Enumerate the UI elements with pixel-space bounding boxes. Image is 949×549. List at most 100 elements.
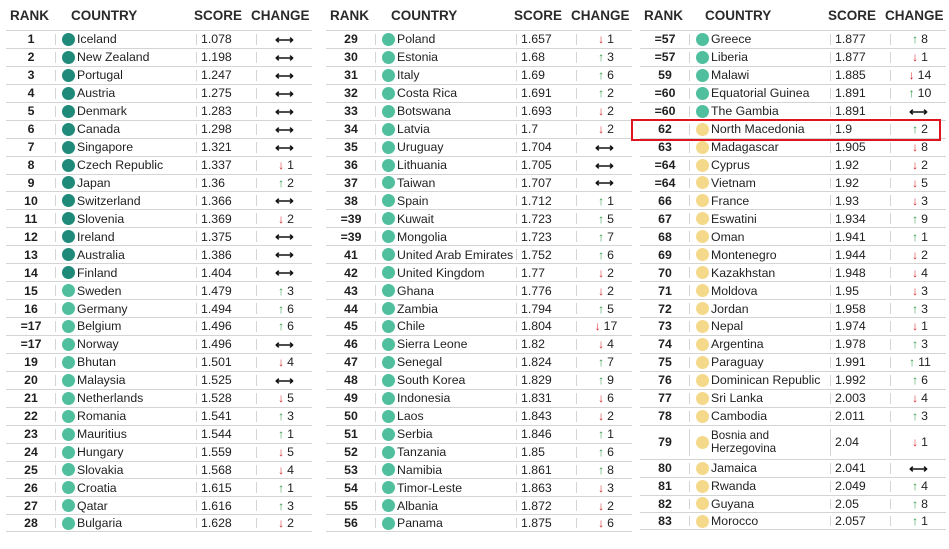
arrow-down-icon: ↓ bbox=[598, 409, 605, 424]
score-value: 1.95 bbox=[835, 283, 859, 298]
tier-dot bbox=[695, 266, 709, 280]
tier-dot bbox=[695, 435, 709, 449]
score-header: SCORE bbox=[194, 8, 243, 23]
score-value: 1.877 bbox=[835, 50, 866, 65]
arrow-down-icon: ↓ bbox=[908, 68, 915, 83]
tier-dot-icon bbox=[380, 408, 396, 425]
tier-dot bbox=[61, 158, 75, 172]
change-value: 10 bbox=[917, 86, 932, 101]
column-divider bbox=[890, 141, 891, 153]
tier-dot bbox=[381, 463, 395, 477]
column-divider bbox=[890, 123, 891, 135]
rank-value: 62 bbox=[658, 122, 672, 137]
rank-value: 48 bbox=[344, 373, 358, 388]
tier-dot bbox=[61, 176, 75, 190]
change-cell: ↓ 17 bbox=[581, 318, 631, 335]
rank-value: 9 bbox=[27, 175, 35, 190]
change-value: 6 bbox=[607, 445, 614, 460]
tier-dot-icon bbox=[694, 318, 710, 335]
country-name: Chile bbox=[397, 319, 426, 334]
rank-value: 24 bbox=[24, 445, 38, 460]
tier-dot bbox=[61, 516, 75, 530]
change-cell: ↓ 4 bbox=[895, 390, 945, 407]
table-row: 76 Dominican Republic 1.992 ↑ 6 bbox=[640, 370, 946, 389]
change-cell: ↓ 1 bbox=[261, 157, 311, 174]
tier-dot bbox=[381, 248, 395, 262]
column-divider bbox=[256, 105, 257, 117]
arrow-up-icon: ↑ bbox=[598, 211, 605, 226]
column-divider bbox=[256, 51, 257, 63]
change-cell: ↓ 2 bbox=[261, 210, 311, 227]
arrow-down-icon: ↓ bbox=[598, 516, 605, 531]
tier-dot bbox=[61, 302, 75, 316]
arrow-up-icon: ↑ bbox=[278, 319, 285, 334]
change-value: 5 bbox=[287, 391, 294, 406]
country-name: Austria bbox=[77, 86, 116, 101]
left-right-arrow-icon: ⟷ bbox=[275, 229, 294, 245]
rank-value: 83 bbox=[658, 514, 672, 529]
change-cell: ⟷ bbox=[261, 121, 311, 138]
tier-dot-icon bbox=[380, 31, 396, 48]
column-divider bbox=[576, 267, 577, 279]
tier-dot-icon bbox=[60, 462, 76, 479]
change-value: 3 bbox=[921, 283, 928, 298]
tier-dot-icon bbox=[60, 300, 76, 317]
change-cell: ↓ 3 bbox=[581, 479, 631, 496]
tier-dot bbox=[61, 481, 75, 495]
rank-value: 43 bbox=[344, 283, 358, 298]
column-divider bbox=[890, 34, 891, 45]
score-value: 1.7 bbox=[521, 122, 539, 137]
score-value: 1.494 bbox=[201, 301, 232, 316]
country-name: Eswatini bbox=[711, 211, 757, 226]
tier-dot-icon bbox=[694, 264, 710, 281]
table-row: 42 United Kingdom 1.77 ↓ 2 bbox=[326, 263, 632, 281]
table-row: 56 Panama 1.875 ↓ 6 bbox=[326, 514, 632, 533]
table-row: 50 Laos 1.843 ↓ 2 bbox=[326, 406, 632, 425]
tier-dot bbox=[695, 50, 709, 64]
tier-dot bbox=[61, 463, 75, 477]
table-row: 73 Nepal 1.974 ↓ 1 bbox=[640, 317, 946, 335]
country-name: Portugal bbox=[77, 68, 123, 83]
change-cell: ↓ 1 bbox=[895, 318, 945, 335]
country-name: Italy bbox=[397, 68, 420, 83]
tier-dot bbox=[61, 68, 75, 82]
arrow-up-icon: ↑ bbox=[912, 301, 919, 316]
rank-value: 4 bbox=[27, 86, 35, 101]
score-value: 1.528 bbox=[201, 391, 232, 406]
change-cell: ⟷ bbox=[895, 103, 945, 120]
tier-dot bbox=[381, 50, 395, 64]
table-row: =60 Equatorial Guinea 1.891 ↑ 10 bbox=[640, 83, 946, 102]
tier-dot bbox=[61, 355, 75, 369]
change-cell: ↓ 4 bbox=[895, 264, 945, 281]
rank-value: 47 bbox=[344, 355, 358, 370]
change-cell: ↓ 6 bbox=[581, 390, 631, 407]
arrow-down-icon: ↓ bbox=[912, 247, 919, 262]
arrow-up-icon: ↑ bbox=[598, 193, 605, 208]
rank-value: 38 bbox=[344, 193, 358, 208]
tier-dot bbox=[61, 86, 75, 100]
rank-value: =17 bbox=[20, 319, 42, 334]
country-name: Finland bbox=[77, 265, 118, 280]
country-name: Mongolia bbox=[397, 229, 447, 244]
rank-value: 50 bbox=[344, 409, 358, 424]
arrow-down-icon: ↓ bbox=[598, 480, 605, 495]
table-row: 23 Mauritius 1.544 ↑ 1 bbox=[6, 424, 312, 443]
change-value: 2 bbox=[287, 516, 294, 531]
change-cell: ⟷ bbox=[261, 228, 311, 245]
score-value: 1.247 bbox=[201, 68, 232, 83]
score-value: 1.275 bbox=[201, 86, 232, 101]
tier-dot bbox=[695, 176, 709, 190]
rank-value: 15 bbox=[24, 283, 38, 298]
rank-value: 70 bbox=[658, 265, 672, 280]
score-value: 1.978 bbox=[835, 337, 866, 352]
tier-dot bbox=[381, 158, 395, 172]
arrow-up-icon: ↑ bbox=[278, 283, 285, 298]
tier-dot bbox=[381, 140, 395, 154]
country-name: Netherlands bbox=[77, 391, 144, 406]
change-value: 1 bbox=[607, 193, 614, 208]
score-value: 1.337 bbox=[201, 158, 232, 173]
tier-dot bbox=[381, 212, 395, 226]
tier-dot-icon bbox=[60, 85, 76, 102]
arrow-down-icon: ↓ bbox=[594, 319, 601, 334]
column-divider bbox=[890, 480, 891, 492]
